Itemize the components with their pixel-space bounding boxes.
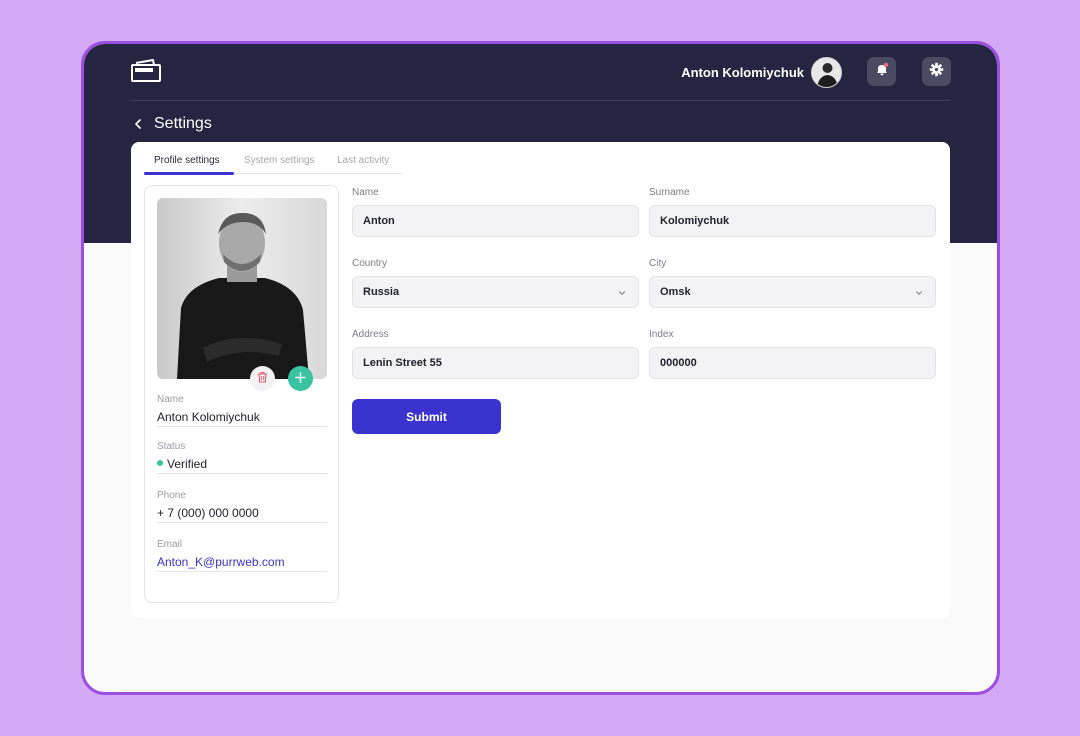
- address-input[interactable]: Lenin Street 55: [352, 347, 639, 379]
- country-field-label: Country: [352, 258, 388, 269]
- logo-icon[interactable]: [131, 59, 161, 83]
- profile-phone-label: Phone: [157, 490, 186, 501]
- index-field-label: Index: [649, 329, 674, 340]
- profile-email-label: Email: [157, 539, 183, 550]
- profile-phone-value: + 7 (000) 000 0000: [157, 506, 259, 520]
- surname-field-label: Surname: [649, 187, 690, 198]
- address-field-label: Address: [352, 329, 389, 340]
- city-field-label: City: [649, 258, 667, 269]
- settings-button[interactable]: [922, 57, 951, 86]
- active-tab-indicator: [144, 172, 234, 175]
- surname-input-value: Kolomiychuk: [660, 215, 730, 227]
- city-select-value: Omsk: [660, 286, 691, 298]
- notifications-button[interactable]: [867, 57, 896, 86]
- page-title: Settings: [154, 115, 212, 132]
- profile-name-value: Anton Kolomiychuk: [157, 410, 260, 424]
- country-select[interactable]: Russia: [352, 276, 639, 308]
- profile-panel: Name Anton Kolomiychuk Status Verified P…: [144, 185, 339, 603]
- chevron-down-icon: [915, 288, 923, 296]
- submit-button[interactable]: Submit: [352, 399, 501, 434]
- bell-icon: [875, 62, 889, 81]
- settings-card: Profile settings System settings Last ac…: [131, 142, 950, 618]
- chevron-down-icon: [618, 288, 626, 296]
- index-input-value: 000000: [660, 357, 697, 369]
- profile-status-row: Status Verified: [157, 441, 327, 474]
- add-photo-button[interactable]: [288, 366, 313, 391]
- profile-status-label: Status: [157, 441, 186, 452]
- tab-last-activity[interactable]: Last activity: [337, 155, 389, 166]
- tab-profile-settings[interactable]: Profile settings: [154, 155, 220, 166]
- profile-photo: [157, 198, 327, 379]
- top-bar: Anton Kolomiychuk: [131, 44, 951, 101]
- app-window: Anton Kolomiychuk Settings Profile setti…: [81, 41, 1000, 695]
- profile-name-label: Name: [157, 394, 184, 405]
- profile-email-row: Email Anton_K@purrweb.com: [157, 539, 327, 572]
- name-input[interactable]: Anton: [352, 205, 639, 237]
- page-header: Settings: [134, 114, 212, 134]
- header-user-name[interactable]: Anton Kolomiychuk: [681, 65, 804, 80]
- header-avatar[interactable]: [811, 57, 842, 88]
- tab-bar: Profile settings System settings Last ac…: [144, 152, 402, 175]
- trash-icon: [257, 370, 268, 388]
- profile-email-link[interactable]: Anton_K@purrweb.com: [157, 555, 285, 569]
- profile-status-value-wrap: Verified: [157, 457, 207, 471]
- tab-system-settings[interactable]: System settings: [244, 155, 315, 166]
- country-select-value: Russia: [363, 286, 400, 298]
- profile-phone-row: Phone + 7 (000) 000 0000: [157, 490, 327, 523]
- gear-icon: [929, 62, 944, 82]
- city-select[interactable]: Omsk: [649, 276, 936, 308]
- surname-input[interactable]: Kolomiychuk: [649, 205, 936, 237]
- plus-icon: [295, 370, 306, 388]
- name-field-label: Name: [352, 187, 379, 198]
- address-input-value: Lenin Street 55: [363, 357, 442, 369]
- index-input[interactable]: 000000: [649, 347, 936, 379]
- profile-status-value: Verified: [167, 457, 208, 471]
- name-input-value: Anton: [363, 215, 395, 227]
- back-chevron-icon[interactable]: [134, 118, 144, 130]
- delete-photo-button[interactable]: [250, 366, 275, 391]
- status-dot-icon: [157, 460, 163, 466]
- profile-name-row: Name Anton Kolomiychuk: [157, 394, 327, 427]
